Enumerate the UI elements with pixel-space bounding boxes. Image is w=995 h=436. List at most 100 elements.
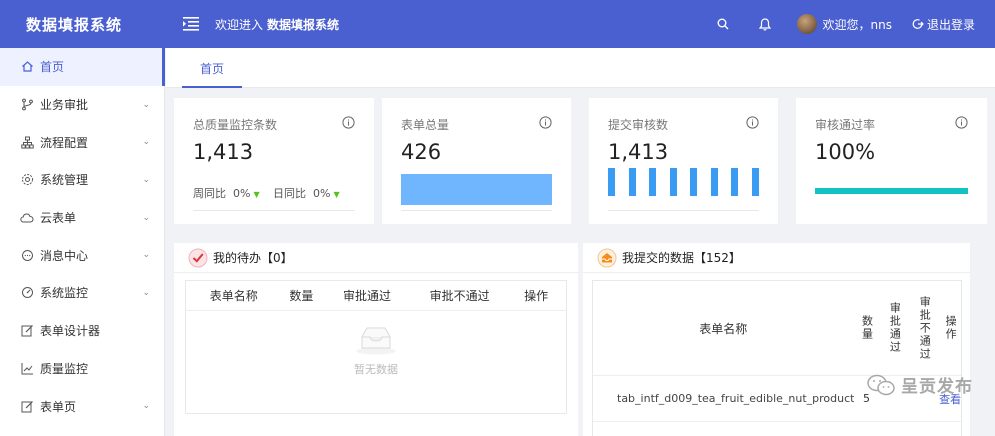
caret-down-icon: ▼ — [333, 190, 340, 199]
sidebar-item-label: 质量监控 — [40, 361, 89, 376]
info-icon[interactable] — [955, 116, 968, 129]
day-compare: 日同比 0% ▼ — [273, 185, 340, 201]
mini-bar — [628, 168, 636, 196]
menu-collapse-icon[interactable] — [179, 12, 203, 36]
stat-value: 426 — [401, 140, 442, 164]
search-icon[interactable] — [713, 14, 733, 34]
empty-inbox-icon — [356, 327, 396, 355]
stat-value: 100% — [815, 140, 876, 164]
stat-title: 表单总量 — [401, 118, 450, 132]
logout-icon — [912, 19, 924, 29]
submitted-panel-title: 我提交的数据【152】 — [622, 251, 741, 265]
column-header: 操作 — [524, 289, 549, 303]
sidebar-item-form-page[interactable]: 表单页 ⌄ — [0, 387, 164, 425]
gauge-icon — [20, 286, 34, 300]
mini-bar — [608, 168, 615, 196]
welcome-prefix: 欢迎进入 — [215, 17, 264, 32]
watermark: 呈贡发布 — [867, 372, 973, 397]
cloud-icon — [20, 211, 34, 225]
sidebar-item-label: 流程配置 — [40, 135, 89, 150]
submitted-table: 表单名称 数量 审批通过 审批不通过 操作 tab_intf_d009_tea_… — [592, 280, 962, 436]
empty-state: 暂无数据 — [186, 325, 566, 377]
column-header: 表单名称 — [699, 321, 748, 336]
stat-card-form-total: 表单总量 426 — [382, 98, 571, 224]
stat-value: 1,413 — [193, 140, 254, 164]
column-header: 审批通过 — [888, 302, 902, 354]
sidebar-item-process-config[interactable]: 流程配置 ⌄ — [0, 123, 164, 161]
sidebar-item-message-center[interactable]: 消息中心 ⌄ — [0, 236, 164, 274]
column-header: 审批不通过 — [429, 289, 490, 303]
sidebar-item-label: 首页 — [40, 60, 65, 75]
chevron-down-icon: ⌄ — [142, 287, 150, 298]
header-actions: 欢迎您，nns 退出登录 — [713, 0, 995, 48]
sidebar-item-business-approval[interactable]: 业务审批 ⌄ — [0, 86, 164, 124]
stat-title: 提交审核数 — [608, 118, 669, 132]
sidebar-item-home[interactable]: 首页 — [0, 48, 165, 86]
caret-down-icon: ▼ — [253, 190, 260, 199]
sidebar-item-label: 表单设计器 — [40, 324, 101, 339]
empty-text: 暂无数据 — [354, 363, 398, 376]
mini-bar — [731, 168, 739, 196]
wechat-icon — [867, 374, 895, 395]
sidebar-item-label: 系统管理 — [40, 173, 89, 188]
chevron-down-icon: ⌄ — [142, 212, 150, 223]
pass-rate-progress — [815, 188, 968, 194]
sidebar-item-quality-monitor[interactable]: 质量监控 — [0, 350, 164, 388]
sidebar-item-system-management[interactable]: 系统管理 ⌄ — [0, 161, 164, 199]
form-name-cell: tab_intf_d009_tea_fruit_edible_nut_produ… — [617, 392, 854, 405]
todo-panel-title: 我的待办【0】 — [213, 251, 293, 265]
table-header-row: 表单名称 数量 审批通过 审批不通过 操作 — [593, 281, 961, 376]
inbox-badge-icon — [597, 248, 617, 267]
tab-bar: 首页 — [166, 48, 995, 88]
info-icon[interactable] — [342, 116, 355, 129]
app-title: 数据填报系统 — [26, 15, 123, 34]
todo-panel: 我的待办【0】 表单名称 数量 审批通过 审批不通过 操作 暂无数据 — [174, 243, 578, 436]
stat-value: 1,413 — [608, 140, 669, 164]
bell-icon[interactable] — [755, 14, 775, 34]
week-compare: 周同比 0% ▼ — [193, 185, 260, 201]
mini-bar — [690, 168, 698, 196]
column-header: 表单名称 — [209, 289, 258, 303]
mini-bar — [649, 168, 657, 196]
sidebar: 首页 业务审批 ⌄ 流程配置 ⌄ 系统管理 ⌄ 云表单 ⌄ 消息中心 ⌄ 系统监… — [0, 48, 165, 436]
todo-table: 表单名称 数量 审批通过 审批不通过 操作 暂无数据 — [185, 280, 567, 414]
sidebar-item-cloud-form[interactable]: 云表单 ⌄ — [0, 199, 164, 237]
sidebar-item-form-designer[interactable]: 表单设计器 — [0, 312, 164, 350]
pass-rate-progress-fill — [815, 188, 968, 194]
week-compare-value: 0% — [233, 187, 251, 200]
divider — [401, 210, 552, 211]
stat-card-pass-rate: 审核通过率 100% — [796, 98, 987, 224]
sidebar-item-label: 业务审批 — [40, 98, 89, 113]
top-header: 数据填报系统 欢迎进入 数据填报系统 欢迎您，nns 退出登录 — [0, 0, 995, 48]
mini-bar — [710, 168, 718, 196]
info-icon[interactable] — [539, 116, 552, 129]
sidebar-item-label: 消息中心 — [40, 248, 89, 263]
stat-card-submit-review: 提交审核数 1,413 — [589, 98, 778, 224]
gear-icon — [20, 173, 34, 187]
mini-bar — [669, 168, 677, 196]
week-compare-label: 周同比 — [193, 187, 226, 200]
user-greeting[interactable]: 欢迎您，nns — [823, 16, 892, 33]
logout-button[interactable]: 退出登录 — [912, 16, 975, 33]
submitted-panel: 我提交的数据【152】 表单名称 数量 审批通过 审批不通过 操作 tab_in… — [583, 243, 970, 436]
submitted-panel-header: 我提交的数据【152】 — [583, 243, 970, 273]
column-header: 数量 — [289, 289, 314, 303]
sidebar-item-system-monitor[interactable]: 系统监控 ⌄ — [0, 274, 164, 312]
stat-card-quality-total: 总质量监控条数 1,413 周同比 0% ▼ 日同比 0% ▼ — [174, 98, 374, 224]
logout-label: 退出登录 — [926, 17, 975, 32]
table-header-row: 表单名称 数量 审批通过 审批不通过 操作 — [186, 281, 566, 311]
welcome-text: 欢迎进入 数据填报系统 — [215, 16, 339, 33]
check-badge-icon — [188, 248, 208, 267]
chat-icon — [20, 248, 34, 262]
stat-title: 审核通过率 — [815, 118, 876, 132]
divider — [608, 210, 759, 211]
sidebar-item-label: 云表单 — [40, 211, 77, 226]
tab-home[interactable]: 首页 — [182, 58, 242, 88]
divider — [193, 210, 355, 211]
mini-area-chart — [401, 174, 552, 205]
chevron-down-icon: ⌄ — [142, 250, 150, 261]
info-icon[interactable] — [746, 116, 759, 129]
welcome-system-name: 数据填报系统 — [267, 17, 340, 32]
chevron-down-icon: ⌄ — [142, 401, 150, 412]
avatar[interactable] — [796, 14, 817, 34]
